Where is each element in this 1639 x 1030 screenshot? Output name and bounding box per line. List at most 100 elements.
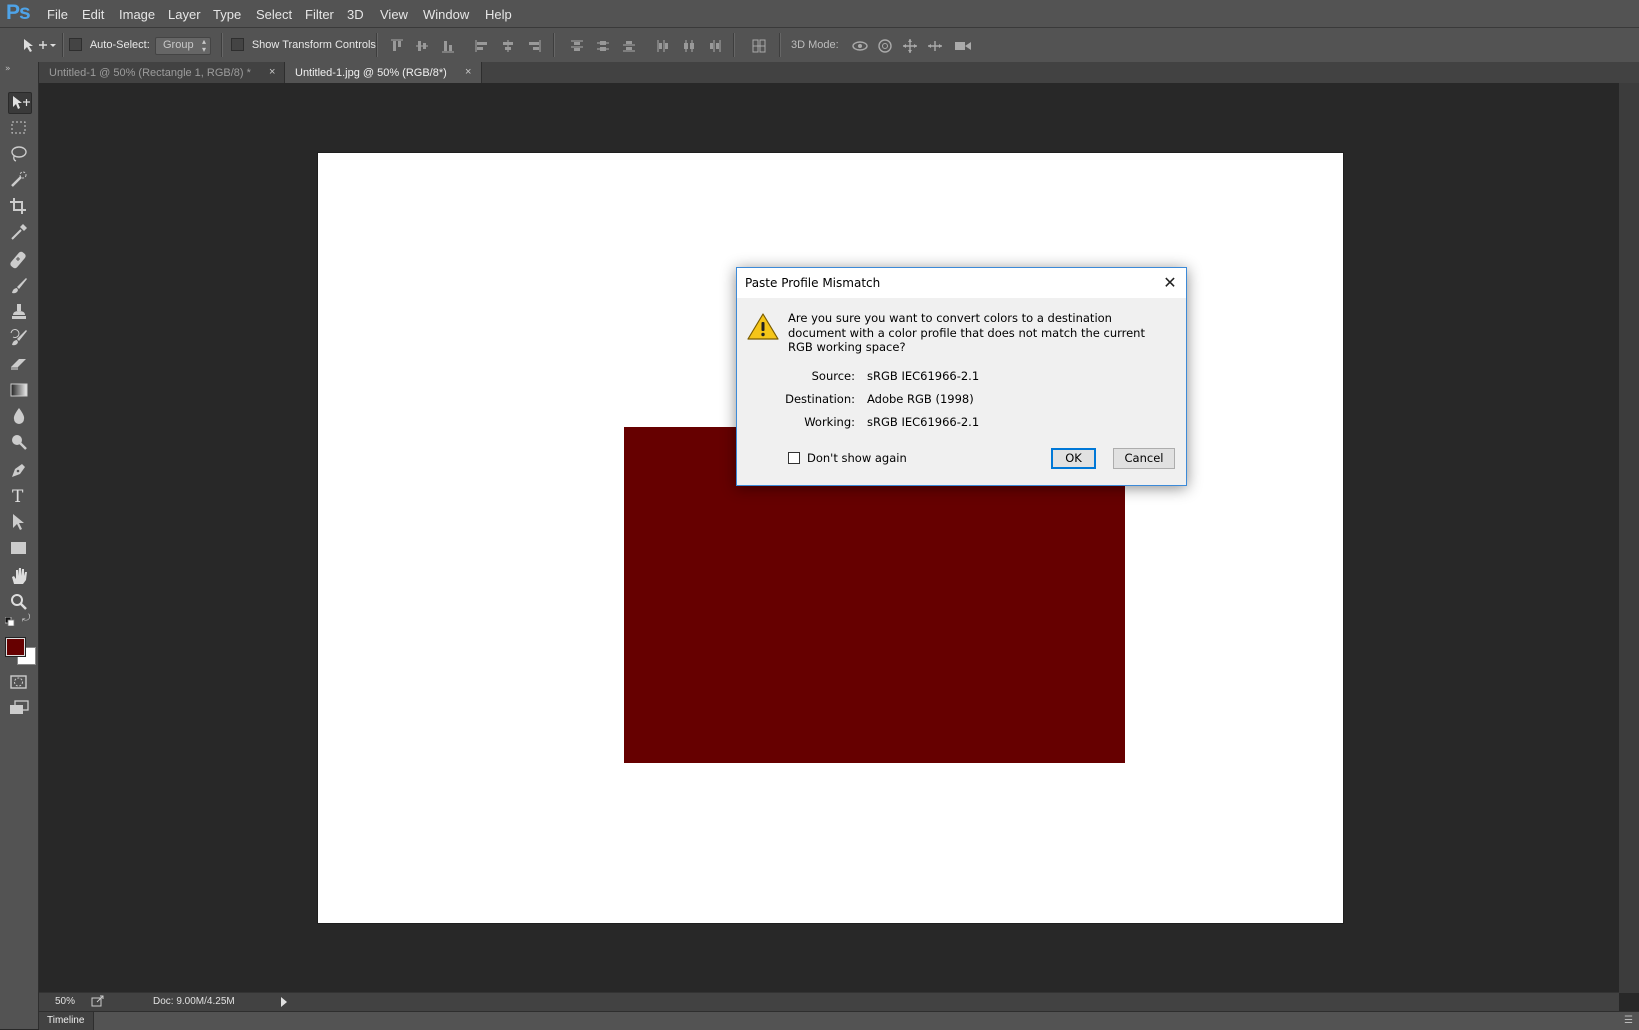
move-tool-icon	[13, 96, 30, 109]
menu-layer[interactable]: Layer	[168, 7, 201, 22]
healing-brush-icon	[10, 251, 26, 269]
rectangle-tool[interactable]	[8, 538, 30, 558]
menu-view[interactable]: View	[380, 7, 408, 22]
menu-help[interactable]: Help	[485, 7, 512, 22]
panel-menu-icon[interactable]: ☰	[1624, 1015, 1633, 1026]
blur-tool[interactable]	[8, 406, 30, 426]
distribute-top-edges-icon[interactable]	[569, 38, 585, 54]
align-left-edges-icon[interactable]	[474, 38, 490, 54]
lasso-icon	[11, 146, 27, 162]
menu-window[interactable]: Window	[423, 7, 469, 22]
align-vertical-centers-icon[interactable]	[414, 38, 430, 54]
menu-file[interactable]: File	[47, 7, 68, 22]
menu-3d[interactable]: 3D	[347, 7, 364, 22]
type-icon: T	[12, 487, 24, 506]
foreground-color-swatch[interactable]	[5, 637, 26, 657]
3d-rotate-icon[interactable]	[851, 38, 869, 54]
rectangular-marquee-tool[interactable]	[8, 118, 30, 138]
menu-filter[interactable]: Filter	[305, 7, 334, 22]
tab-untitled-1-jpg[interactable]: Untitled-1.jpg @ 50% (RGB/8*) ×	[284, 62, 482, 83]
menu-image[interactable]: Image	[119, 7, 155, 22]
distribute-left-edges-icon[interactable]	[655, 38, 671, 54]
align-top-edges-icon[interactable]	[389, 38, 405, 54]
working-label: Working:	[804, 415, 855, 429]
swap-colors-icon[interactable]: ⤾	[22, 614, 34, 624]
auto-select-label: Auto-Select:	[89, 38, 150, 51]
distribute-right-edges-icon[interactable]	[707, 38, 723, 54]
gradient-tool[interactable]	[8, 380, 30, 400]
menu-edit[interactable]: Edit	[82, 7, 104, 22]
tab-untitled-1[interactable]: Untitled-1 @ 50% (Rectangle 1, RGB/8) * …	[39, 62, 284, 83]
dont-show-again-label[interactable]: Don't show again	[807, 451, 907, 465]
menu-select[interactable]: Select	[256, 7, 292, 22]
status-menu-arrow-icon[interactable]	[281, 997, 287, 1007]
lasso-tool[interactable]	[8, 144, 30, 164]
clone-stamp-icon	[12, 304, 26, 319]
3d-roll-icon[interactable]	[877, 38, 893, 54]
marquee-icon	[11, 121, 26, 134]
eyedropper-tool[interactable]	[8, 222, 30, 242]
horizontal-type-tool[interactable]: T	[8, 486, 30, 506]
cancel-button[interactable]: Cancel	[1113, 448, 1175, 469]
rectangle-shape-icon	[11, 542, 26, 554]
3d-slide-icon[interactable]	[927, 38, 943, 54]
align-right-edges-icon[interactable]	[526, 38, 542, 54]
move-tool-icon	[24, 39, 56, 52]
source-value: sRGB IEC61966-2.1	[867, 369, 980, 383]
share-icon[interactable]	[91, 995, 105, 1007]
divider	[779, 33, 781, 57]
close-icon[interactable]: ×	[269, 66, 275, 78]
panel-collapse-icon[interactable]: »	[5, 64, 10, 74]
divider	[221, 33, 223, 57]
quick-selection-tool[interactable]	[8, 170, 30, 190]
divider	[376, 33, 378, 57]
close-icon[interactable]: ×	[465, 66, 471, 78]
document-size: Doc: 9.00M/4.25M	[153, 996, 235, 1007]
hand-tool[interactable]	[8, 566, 30, 586]
divider	[62, 33, 64, 57]
timeline-label: Timeline	[47, 1015, 85, 1026]
align-bottom-edges-icon[interactable]	[440, 38, 456, 54]
brush-tool[interactable]	[8, 276, 30, 296]
spot-healing-brush-tool[interactable]	[8, 250, 30, 270]
quick-mask-mode-button[interactable]	[8, 672, 30, 692]
3d-scale-icon[interactable]	[953, 38, 973, 54]
eraser-tool[interactable]	[8, 354, 30, 374]
photoshop-logo: Ps	[6, 1, 31, 24]
crop-tool[interactable]	[8, 196, 30, 216]
zoom-tool[interactable]	[8, 592, 30, 612]
zoom-level[interactable]: 50%	[55, 996, 75, 1007]
dont-show-again-checkbox[interactable]	[788, 452, 800, 464]
auto-select-dropdown[interactable]: Group ▴ ▾	[155, 37, 211, 55]
ok-button[interactable]: OK	[1051, 448, 1096, 469]
dialog-titlebar: Paste Profile Mismatch ✕	[737, 268, 1186, 298]
clone-stamp-tool[interactable]	[8, 302, 30, 322]
path-selection-tool[interactable]	[8, 512, 30, 532]
close-icon[interactable]: ✕	[1160, 273, 1180, 293]
distribute-bottom-edges-icon[interactable]	[621, 38, 637, 54]
auto-align-layers-icon[interactable]	[751, 38, 767, 54]
align-horizontal-centers-icon[interactable]	[500, 38, 516, 54]
3d-mode-label: 3D Mode:	[791, 39, 839, 51]
distribute-vertical-centers-icon[interactable]	[595, 38, 611, 54]
menu-type[interactable]: Type	[213, 7, 241, 22]
screen-mode-button[interactable]	[8, 698, 30, 718]
show-transform-label: Show Transform Controls	[251, 38, 376, 51]
history-brush-tool[interactable]	[8, 328, 30, 348]
show-transform-option[interactable]: Show Transform Controls	[231, 37, 376, 51]
timeline-tab[interactable]: Timeline	[39, 1012, 94, 1030]
tool-preset-picker[interactable]	[22, 37, 56, 56]
right-panel-dock	[1619, 83, 1639, 993]
magnifier-icon	[11, 594, 27, 610]
dodge-tool[interactable]	[8, 432, 30, 452]
distribute-horizontal-centers-icon[interactable]	[681, 38, 697, 54]
auto-select-checkbox[interactable]	[69, 38, 82, 51]
divider	[733, 33, 735, 57]
move-tool[interactable]	[8, 92, 32, 114]
show-transform-checkbox[interactable]	[231, 38, 244, 51]
default-colors-icon[interactable]	[4, 615, 15, 627]
paste-profile-mismatch-dialog: Paste Profile Mismatch ✕ Are you sure yo…	[736, 267, 1187, 486]
pen-tool[interactable]	[8, 460, 30, 480]
auto-select-option[interactable]: Auto-Select:	[69, 37, 150, 51]
3d-pan-icon[interactable]	[902, 38, 918, 54]
